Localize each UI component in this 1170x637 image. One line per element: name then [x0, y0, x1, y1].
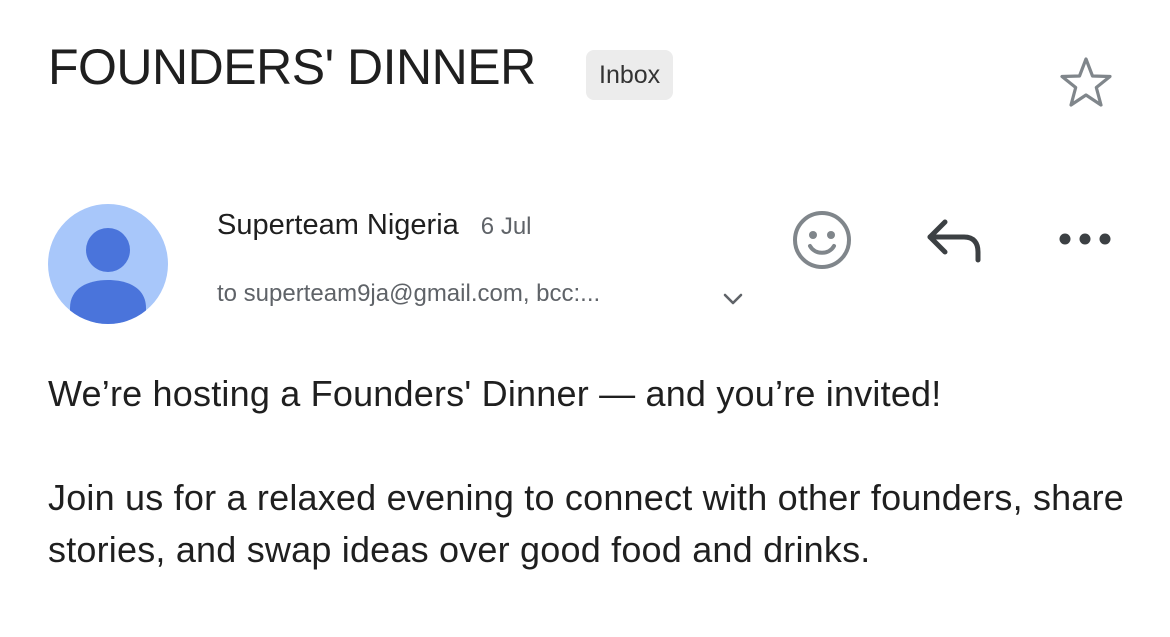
recipients-text: to superteam9ja@gmail.com, bcc:...	[217, 280, 601, 307]
reply-arrow-icon[interactable]	[922, 212, 986, 268]
subject-row: FOUNDERS' DINNER Inbox	[48, 36, 1122, 107]
smiley-face-icon[interactable]	[790, 208, 854, 272]
person-icon	[70, 228, 146, 324]
body-paragraph: Join us for a relaxed evening to connect…	[48, 477, 1125, 570]
email-body: We’re hosting a Founders' Dinner — and y…	[48, 368, 1138, 628]
more-horizontal-icon[interactable]	[1056, 222, 1114, 256]
sender-row: Superteam Nigeria 6 Jul	[217, 205, 532, 245]
body-paragraph: We’re hosting a Founders' Dinner — and y…	[48, 373, 942, 414]
chevron-down-icon	[723, 293, 743, 305]
sender-name[interactable]: Superteam Nigeria	[217, 209, 459, 241]
inbox-label-chip[interactable]: Inbox	[586, 50, 674, 100]
star-icon[interactable]	[1056, 54, 1116, 114]
recipients-toggle[interactable]: to superteam9ja@gmail.com, bcc:...	[217, 276, 743, 312]
email-view: FOUNDERS' DINNER Inbox Superteam Nigeria…	[0, 0, 1170, 637]
sender-avatar[interactable]	[48, 204, 168, 324]
email-subject: FOUNDERS' DINNER	[48, 39, 536, 95]
email-date: 6 Jul	[480, 213, 532, 240]
